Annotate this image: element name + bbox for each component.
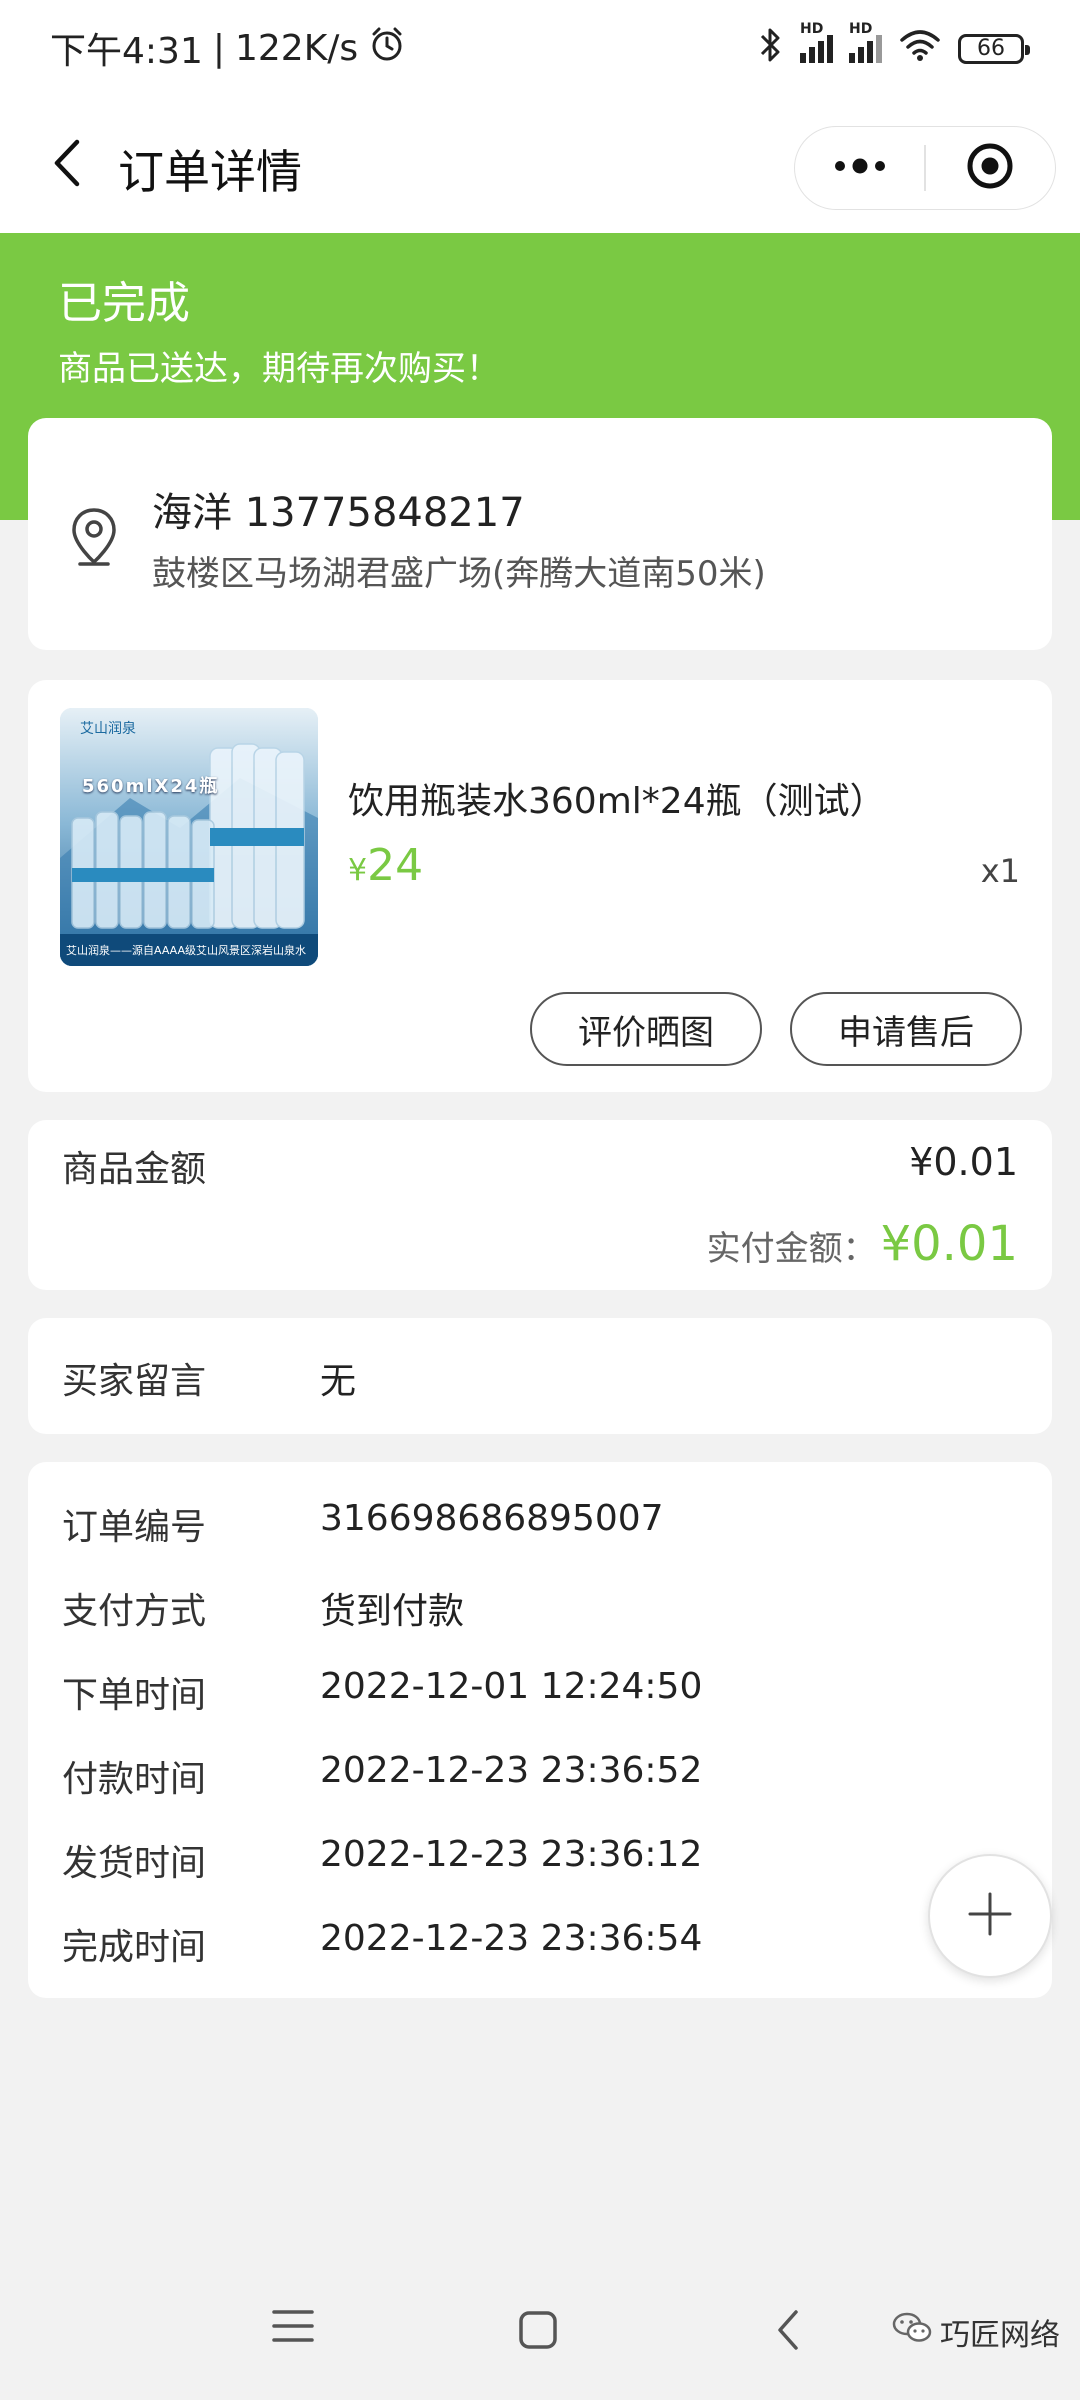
- watermark: 巧匠网络: [892, 2310, 1060, 2354]
- address-card: 海洋 13775848217 鼓楼区马场湖君盛广场(奔腾大道南50米): [28, 418, 1052, 650]
- close-target-icon: [965, 141, 1015, 195]
- price-currency: ¥: [348, 853, 368, 888]
- goods-amount-label: 商品金额: [62, 1149, 207, 1190]
- payment-time-label: 付款时间: [62, 1759, 207, 1800]
- water-bottles-image: [60, 708, 318, 966]
- floating-add-button[interactable]: [928, 1854, 1052, 1978]
- amount-card: 商品金额 ¥0.01 实付金额： ¥0.01: [28, 1120, 1052, 1290]
- order-info-card: 订单编号 316698686895007 支付方式 货到付款 下单时间 2022…: [28, 1462, 1052, 1998]
- product-image-spec: 560mlX24瓶: [82, 776, 220, 797]
- status-net-speed: 122K/s: [234, 27, 359, 69]
- back-arrow-icon: [51, 138, 81, 192]
- menu-icon: [270, 2310, 316, 2350]
- battery-icon: 66: [958, 33, 1030, 64]
- recipient-name-phone: 海洋 13775848217: [152, 490, 525, 536]
- ship-time-value: 2022-12-23 23:36:12: [320, 1834, 703, 1875]
- aftersale-button[interactable]: 申请售后: [790, 992, 1022, 1066]
- watermark-text: 巧匠网络: [940, 2318, 1060, 2353]
- mini-program-capsule: [794, 126, 1056, 210]
- product-image-brand: 艾山润泉: [80, 721, 136, 737]
- back-button[interactable]: [36, 130, 96, 200]
- goods-amount-value: ¥0.01: [909, 1140, 1018, 1184]
- more-dots-icon: [832, 158, 888, 178]
- status-left: 下午4:31 | 122K/s: [50, 22, 406, 74]
- alarm-icon: [368, 25, 406, 72]
- paid-amount-row: 实付金额： ¥0.01: [707, 1216, 1018, 1272]
- paid-amount-label: 实付金额：: [706, 1229, 877, 1269]
- order-number-value[interactable]: 316698686895007: [320, 1498, 664, 1539]
- signal-icon: HD: [849, 21, 882, 63]
- system-menu-button[interactable]: [270, 2306, 316, 2350]
- buyer-message-label: 买家留言: [62, 1361, 207, 1402]
- close-button[interactable]: [926, 127, 1055, 209]
- product-name: 饮用瓶装水360ml*24瓶（测试）: [348, 781, 886, 822]
- bluetooth-icon: [758, 26, 784, 71]
- complete-time-label: 完成时间: [62, 1927, 207, 1968]
- home-icon: [518, 2311, 558, 2354]
- review-button[interactable]: 评价晒图: [530, 992, 762, 1066]
- order-status-subtitle: 商品已送达，期待再次购买！: [58, 349, 500, 389]
- payment-method-value: 货到付款: [320, 1591, 465, 1632]
- status-separator: |: [212, 27, 225, 69]
- ship-time-label: 发货时间: [62, 1843, 207, 1884]
- page-title: 订单详情: [118, 145, 302, 199]
- buyer-message-card: 买家留言 无: [28, 1318, 1052, 1434]
- wechat-icon: [892, 2311, 932, 2353]
- nav-bar: 订单详情: [0, 100, 1080, 233]
- product-image[interactable]: 艾山润泉 560mlX24瓶 艾山润泉——源自AAAA级艾山风景区深岩山泉水: [60, 708, 318, 966]
- system-home-button[interactable]: [518, 2310, 558, 2354]
- buyer-message-value: 无: [320, 1361, 357, 1402]
- chevron-left-icon: [772, 2310, 802, 2356]
- complete-time-value: 2022-12-23 23:36:54: [320, 1918, 703, 1959]
- order-status: 已完成: [58, 278, 190, 329]
- status-right: HD HD 66: [758, 21, 1030, 71]
- location-pin-icon: [68, 506, 120, 572]
- price-value: 24: [367, 840, 424, 891]
- wifi-icon: [898, 28, 942, 69]
- product-quantity: x1: [980, 852, 1020, 890]
- signal-hd-label: HD: [800, 20, 824, 37]
- order-number-label: 订单编号: [62, 1507, 207, 1548]
- more-button[interactable]: [795, 127, 924, 209]
- order-time-label: 下单时间: [62, 1675, 207, 1716]
- signal-icon: HD: [800, 21, 833, 63]
- battery-level: 66: [977, 36, 1005, 61]
- product-card: 艾山润泉 560mlX24瓶 艾山润泉——源自AAAA级艾山风景区深岩山泉水 饮…: [28, 680, 1052, 1092]
- status-bar: 下午4:31 | 122K/s HD HD 66: [0, 0, 1080, 100]
- status-time: 下午4:31: [50, 31, 203, 72]
- signal-hd-label: HD: [849, 20, 873, 37]
- paid-amount-value: ¥0.01: [880, 1216, 1018, 1272]
- payment-time-value: 2022-12-23 23:36:52: [320, 1750, 703, 1791]
- order-time-value: 2022-12-01 12:24:50: [320, 1666, 703, 1707]
- payment-method-label: 支付方式: [62, 1591, 207, 1632]
- product-image-caption: 艾山润泉——源自AAAA级艾山风景区深岩山泉水: [66, 944, 307, 957]
- system-back-button[interactable]: [772, 2308, 802, 2356]
- product-price: ¥24: [348, 840, 423, 891]
- plus-icon: [966, 1890, 1014, 1942]
- address-detail: 鼓楼区马场湖君盛广场(奔腾大道南50米): [152, 554, 766, 594]
